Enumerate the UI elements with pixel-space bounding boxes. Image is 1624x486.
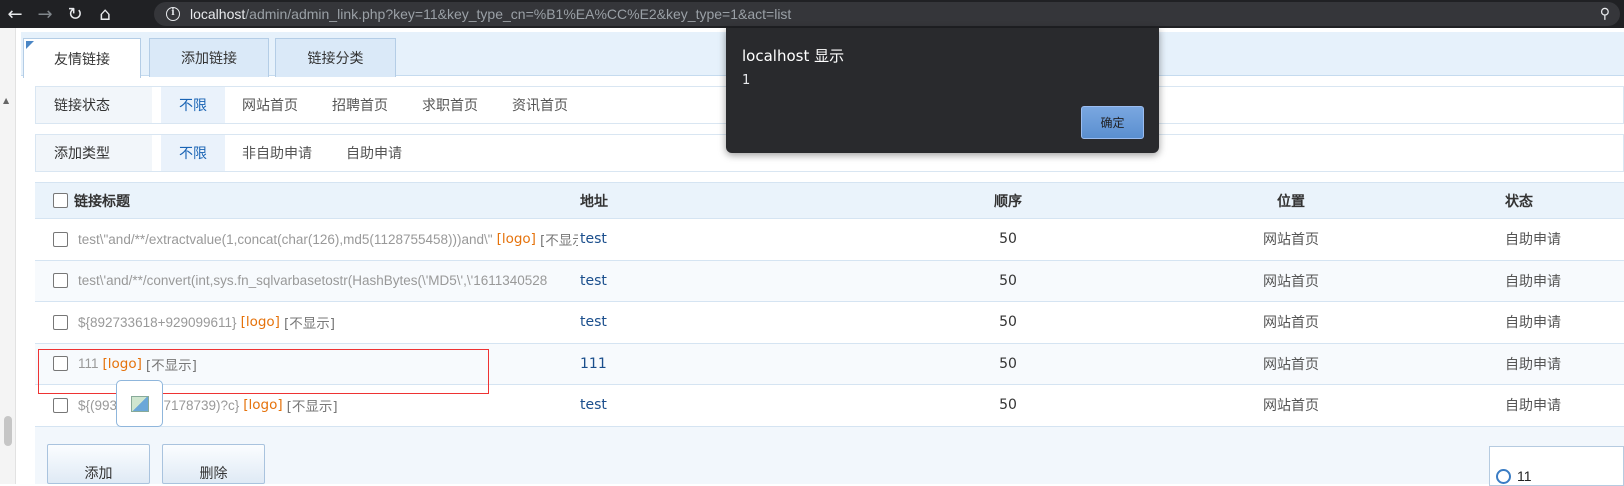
row-status: 自助申请: [1505, 232, 1561, 249]
scroll-up-arrow-icon[interactable]: ▲: [3, 96, 9, 105]
browser-toolbar: ← → ↻ ⌂ i localhost/admin/admin_link.php…: [0, 0, 1624, 28]
row-status: 自助申请: [1505, 273, 1561, 290]
links-table: 链接标题 地址 顺序 位置 状态 test\"and/**/extractval…: [35, 182, 1624, 427]
table-header: 链接标题 地址 顺序 位置 状态: [35, 182, 1624, 219]
row-addr[interactable]: test: [580, 219, 680, 260]
row-order: 50: [999, 231, 1017, 248]
row-title-cell: 111 [logo] [不显示]: [53, 344, 578, 385]
tab-friend-links[interactable]: 友情链接: [23, 38, 141, 78]
tab-link-category[interactable]: 链接分类: [275, 38, 396, 77]
header-addr: 地址: [580, 193, 608, 210]
row-hidden-tag: [不显示]: [539, 233, 578, 250]
tab-add-link[interactable]: 添加链接: [149, 38, 269, 77]
broken-image-icon: [116, 380, 163, 427]
row-order: 50: [999, 355, 1017, 372]
row-hidden-tag: [不显示]: [145, 357, 197, 374]
row-order: 50: [999, 272, 1017, 289]
dialog-ok-button[interactable]: 确定: [1081, 106, 1144, 139]
home-icon[interactable]: ⌂: [90, 0, 120, 28]
row-checkbox[interactable]: [53, 231, 68, 247]
row-logo-tag: [logo]: [496, 231, 536, 248]
row-addr[interactable]: 111: [580, 344, 680, 385]
row-hidden-tag: [不显示]: [286, 399, 338, 416]
header-title-cell: 链接标题: [53, 183, 578, 218]
row-order: 50: [999, 314, 1017, 331]
row-title-cell: test\'and/**/convert(int,sys.fn_sqlvarba…: [53, 261, 578, 302]
row-position: 网站首页: [1263, 356, 1319, 373]
row-addr[interactable]: test: [580, 261, 680, 302]
filter-option-non-self-apply[interactable]: 非自助申请: [225, 135, 329, 171]
tab-label: 添加链接: [181, 51, 237, 67]
row-checkbox[interactable]: [53, 397, 68, 413]
row-logo-tag: [logo]: [243, 397, 283, 414]
row-title[interactable]: ${892733618+929099611}: [78, 315, 237, 330]
row-status: 自助申请: [1505, 356, 1561, 373]
row-order: 50: [999, 397, 1017, 414]
dialog-message: 1: [742, 73, 751, 88]
filter-option-recruit-home[interactable]: 招聘首页: [315, 87, 405, 123]
row-title[interactable]: test\'and/**/convert(int,sys.fn_sqlvarba…: [78, 273, 547, 288]
tab-label: 链接分类: [307, 51, 364, 67]
row-status: 自助申请: [1505, 315, 1561, 332]
filter-option-self-apply[interactable]: 自助申请: [329, 135, 419, 171]
row-title-cell: test\"and/**/extractvalue(1,concat(char(…: [53, 219, 578, 260]
dialog-title: localhost 显示: [742, 47, 845, 65]
row-logo-tag: [logo]: [102, 355, 142, 372]
row-title[interactable]: ${(993: [78, 398, 117, 413]
filter-label: 添加类型: [36, 135, 152, 171]
alert-dialog: localhost 显示 1 确定: [726, 28, 1159, 153]
row-title-cell: ${892733618+929099611} [logo] [不显示]: [53, 302, 578, 343]
row-position: 网站首页: [1263, 315, 1319, 332]
table-row: test\"and/**/extractvalue(1,concat(char(…: [35, 219, 1624, 261]
search-box[interactable]: [1489, 446, 1624, 486]
row-addr[interactable]: test: [580, 385, 680, 426]
row-position: 网站首页: [1263, 273, 1319, 290]
table-row: test\'and/**/convert(int,sys.fn_sqlvarba…: [35, 260, 1624, 302]
header-position: 位置: [1277, 193, 1305, 210]
delete-button[interactable]: 删除: [162, 444, 265, 484]
row-status: 自助申请: [1505, 398, 1561, 415]
back-arrow-icon[interactable]: ←: [0, 0, 30, 28]
header-title: 链接标题: [74, 193, 130, 210]
row-checkbox[interactable]: [53, 314, 68, 330]
search-input[interactable]: [1517, 467, 1607, 485]
table-row: 111 [logo] [不显示] 111 50 网站首页 自助申请: [35, 343, 1624, 385]
url-text[interactable]: localhost/admin/admin_link.php?key=11&ke…: [190, 6, 791, 22]
reload-icon[interactable]: ↻: [60, 0, 90, 28]
row-position: 网站首页: [1263, 232, 1319, 249]
search-icon: [1496, 469, 1511, 484]
site-info-icon[interactable]: i: [166, 7, 180, 21]
tab-corner-icon: [26, 41, 34, 49]
filter-label: 链接状态: [36, 87, 152, 123]
row-addr[interactable]: test: [580, 302, 680, 343]
left-scrollbar[interactable]: ▲: [0, 28, 16, 484]
tab-label: 友情链接: [54, 51, 110, 68]
address-bar[interactable]: i localhost/admin/admin_link.php?key=11&…: [154, 2, 1620, 26]
filter-option-job-home[interactable]: 求职首页: [405, 87, 495, 123]
filter-option-all[interactable]: 不限: [161, 87, 225, 123]
filter-option-news-home[interactable]: 资讯首页: [495, 87, 585, 123]
add-button[interactable]: 添加: [47, 444, 150, 484]
filter-option-all[interactable]: 不限: [161, 135, 225, 171]
zoom-icon[interactable]: ⚲: [1600, 6, 1610, 22]
scrollbar-thumb[interactable]: [4, 416, 12, 446]
forward-arrow-icon[interactable]: →: [30, 0, 60, 28]
select-all-checkbox[interactable]: [53, 193, 68, 208]
row-title[interactable]: 111: [78, 356, 99, 371]
row-logo-tag: [logo]: [240, 314, 280, 331]
row-title[interactable]: test\"and/**/extractvalue(1,concat(char(…: [78, 232, 493, 247]
header-order: 顺序: [994, 193, 1022, 210]
row-checkbox[interactable]: [53, 273, 68, 289]
table-row: ${(993 3+907178739)?c} [logo] [不显示] test…: [35, 385, 1624, 427]
row-hidden-tag: [不显示]: [283, 316, 335, 333]
table-footer: 添加 删除: [35, 427, 1624, 486]
filter-option-site-home[interactable]: 网站首页: [225, 87, 315, 123]
row-position: 网站首页: [1263, 398, 1319, 415]
row-checkbox[interactable]: [53, 356, 68, 372]
header-status: 状态: [1505, 193, 1533, 210]
table-row: ${892733618+929099611} [logo] [不显示] test…: [35, 302, 1624, 344]
